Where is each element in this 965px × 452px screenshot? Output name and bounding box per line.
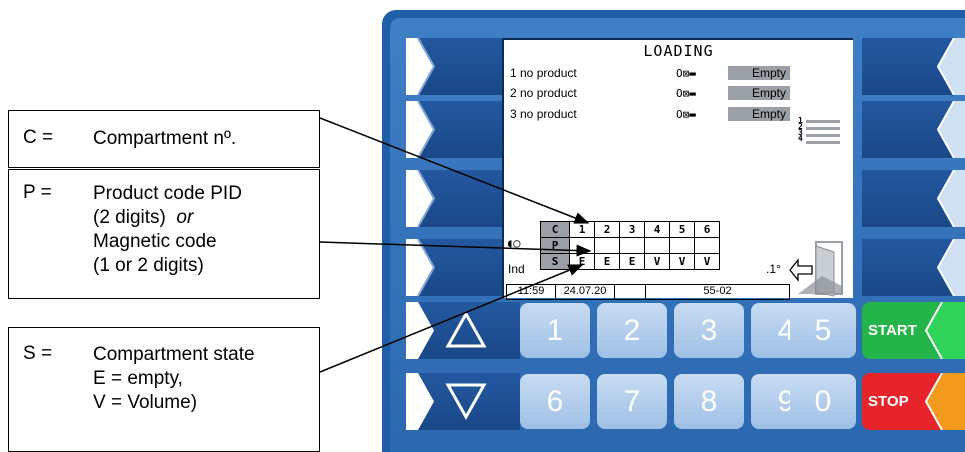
stop-label: STOP xyxy=(868,393,909,410)
exit-door-icon xyxy=(789,241,843,297)
key-5[interactable]: 5 xyxy=(790,303,856,358)
side-right-label: .1° xyxy=(766,262,781,276)
valve-icon: O⊠▬ xyxy=(676,87,696,100)
table-cell xyxy=(694,237,720,254)
chevron-left-icon xyxy=(936,169,965,228)
key-6[interactable]: 6 xyxy=(520,374,590,429)
table-cell: C xyxy=(540,221,570,238)
key-1[interactable]: 1 xyxy=(520,303,590,358)
start-button[interactable]: START xyxy=(862,302,965,359)
callout-letter: C = xyxy=(23,127,54,148)
callout-text: Compartment state xyxy=(93,344,255,365)
status-bar: 11:59 24.07.20 55-02 xyxy=(506,284,790,300)
callout-compartment-state: S = Compartment state E = empty, V = Vol… xyxy=(8,327,320,452)
callout-text: Compartment nº. xyxy=(93,128,237,149)
level-indicator: 1 2 3 4 xyxy=(798,117,803,143)
table-row-product: P xyxy=(540,237,720,254)
side-left-label: Ind xyxy=(508,262,525,276)
callout-text: V = Volume) xyxy=(93,392,198,413)
table-cell: E xyxy=(569,253,595,270)
right-softkey-2[interactable] xyxy=(862,100,965,159)
key-0[interactable]: 0 xyxy=(790,374,856,429)
up-arrow-button[interactable] xyxy=(406,302,520,359)
table-cell: E xyxy=(594,253,620,270)
display-screen: LOADING 1 no product O⊠▬ Empty 2 no prod… xyxy=(502,38,853,300)
product-row-label: 1 no product xyxy=(510,66,577,80)
callout-text: E = empty, xyxy=(93,368,183,389)
start-label: START xyxy=(868,322,917,339)
chevron-left-icon xyxy=(936,37,965,96)
level-number: 4 xyxy=(798,134,803,143)
right-softkey-1[interactable] xyxy=(862,37,965,96)
compartment-status: Empty xyxy=(728,66,790,80)
table-cell: 3 xyxy=(619,221,645,238)
compartment-table: C 1 2 3 4 5 6 P S E E E V V V xyxy=(540,221,720,270)
table-cell: 2 xyxy=(594,221,620,238)
stop-button[interactable]: STOP xyxy=(862,373,965,430)
table-cell: V xyxy=(669,253,695,270)
chevron-left-icon xyxy=(936,100,965,159)
table-cell: S xyxy=(540,253,570,270)
callout-product-code: P = Product code PID (2 digits) or Magne… xyxy=(8,169,320,299)
status-code: 55-02 xyxy=(703,285,732,297)
triangle-down-icon xyxy=(445,383,487,421)
valve-icon: O⊠▬ xyxy=(676,67,696,80)
table-cell: P xyxy=(540,237,570,254)
valve-icon: O⊠▬ xyxy=(676,108,696,121)
product-row-label: 3 no product xyxy=(510,107,577,121)
callout-text: (2 digits) xyxy=(93,207,166,228)
right-softkey-4[interactable] xyxy=(862,238,965,297)
key-2[interactable]: 2 xyxy=(597,303,667,358)
callout-or: or xyxy=(176,207,194,228)
table-cell: 4 xyxy=(644,221,670,238)
table-cell: 1 xyxy=(569,221,595,238)
status-time: 11:59 xyxy=(507,285,556,299)
callout-text: (1 or 2 digits) xyxy=(93,255,204,276)
table-cell: E xyxy=(619,253,645,270)
chevron-left-icon xyxy=(924,302,965,359)
speaker-icon: ◖○ xyxy=(506,236,521,250)
table-cell xyxy=(569,237,595,254)
level-bar xyxy=(806,141,840,144)
table-cell xyxy=(644,237,670,254)
callout-letter: P = xyxy=(23,182,52,203)
callout-letter: S = xyxy=(23,343,53,364)
table-cell: V xyxy=(694,253,720,270)
table-cell: V xyxy=(644,253,670,270)
callout-text: Product code PID xyxy=(93,183,242,204)
chevron-left-icon xyxy=(924,373,965,430)
triangle-up-icon xyxy=(445,310,487,348)
callout-text-line: (2 digits) or xyxy=(93,206,242,230)
down-arrow-button[interactable] xyxy=(406,373,520,430)
key-7[interactable]: 7 xyxy=(597,374,667,429)
status-blank xyxy=(615,285,646,299)
compartment-status: Empty xyxy=(728,107,790,121)
callout-compartment: C = Compartment nº. xyxy=(8,110,320,168)
right-softkey-3[interactable] xyxy=(862,169,965,228)
compartment-status: Empty xyxy=(728,86,790,100)
screen-title: LOADING xyxy=(643,42,714,60)
key-3[interactable]: 3 xyxy=(674,303,744,358)
table-row-compartment: C 1 2 3 4 5 6 xyxy=(540,221,720,238)
table-cell: 5 xyxy=(669,221,695,238)
callout-text: Magnetic code xyxy=(93,231,217,252)
table-cell xyxy=(619,237,645,254)
table-cell: 6 xyxy=(694,221,720,238)
level-bar xyxy=(806,127,840,130)
status-date: 24.07.20 xyxy=(556,285,615,299)
table-row-state: S E E E V V V xyxy=(540,253,720,270)
key-8[interactable]: 8 xyxy=(674,374,744,429)
chevron-left-icon xyxy=(936,238,965,297)
product-row-label: 2 no product xyxy=(510,86,577,100)
table-cell xyxy=(669,237,695,254)
level-bar xyxy=(806,134,840,137)
level-bar xyxy=(806,120,840,123)
table-cell xyxy=(594,237,620,254)
